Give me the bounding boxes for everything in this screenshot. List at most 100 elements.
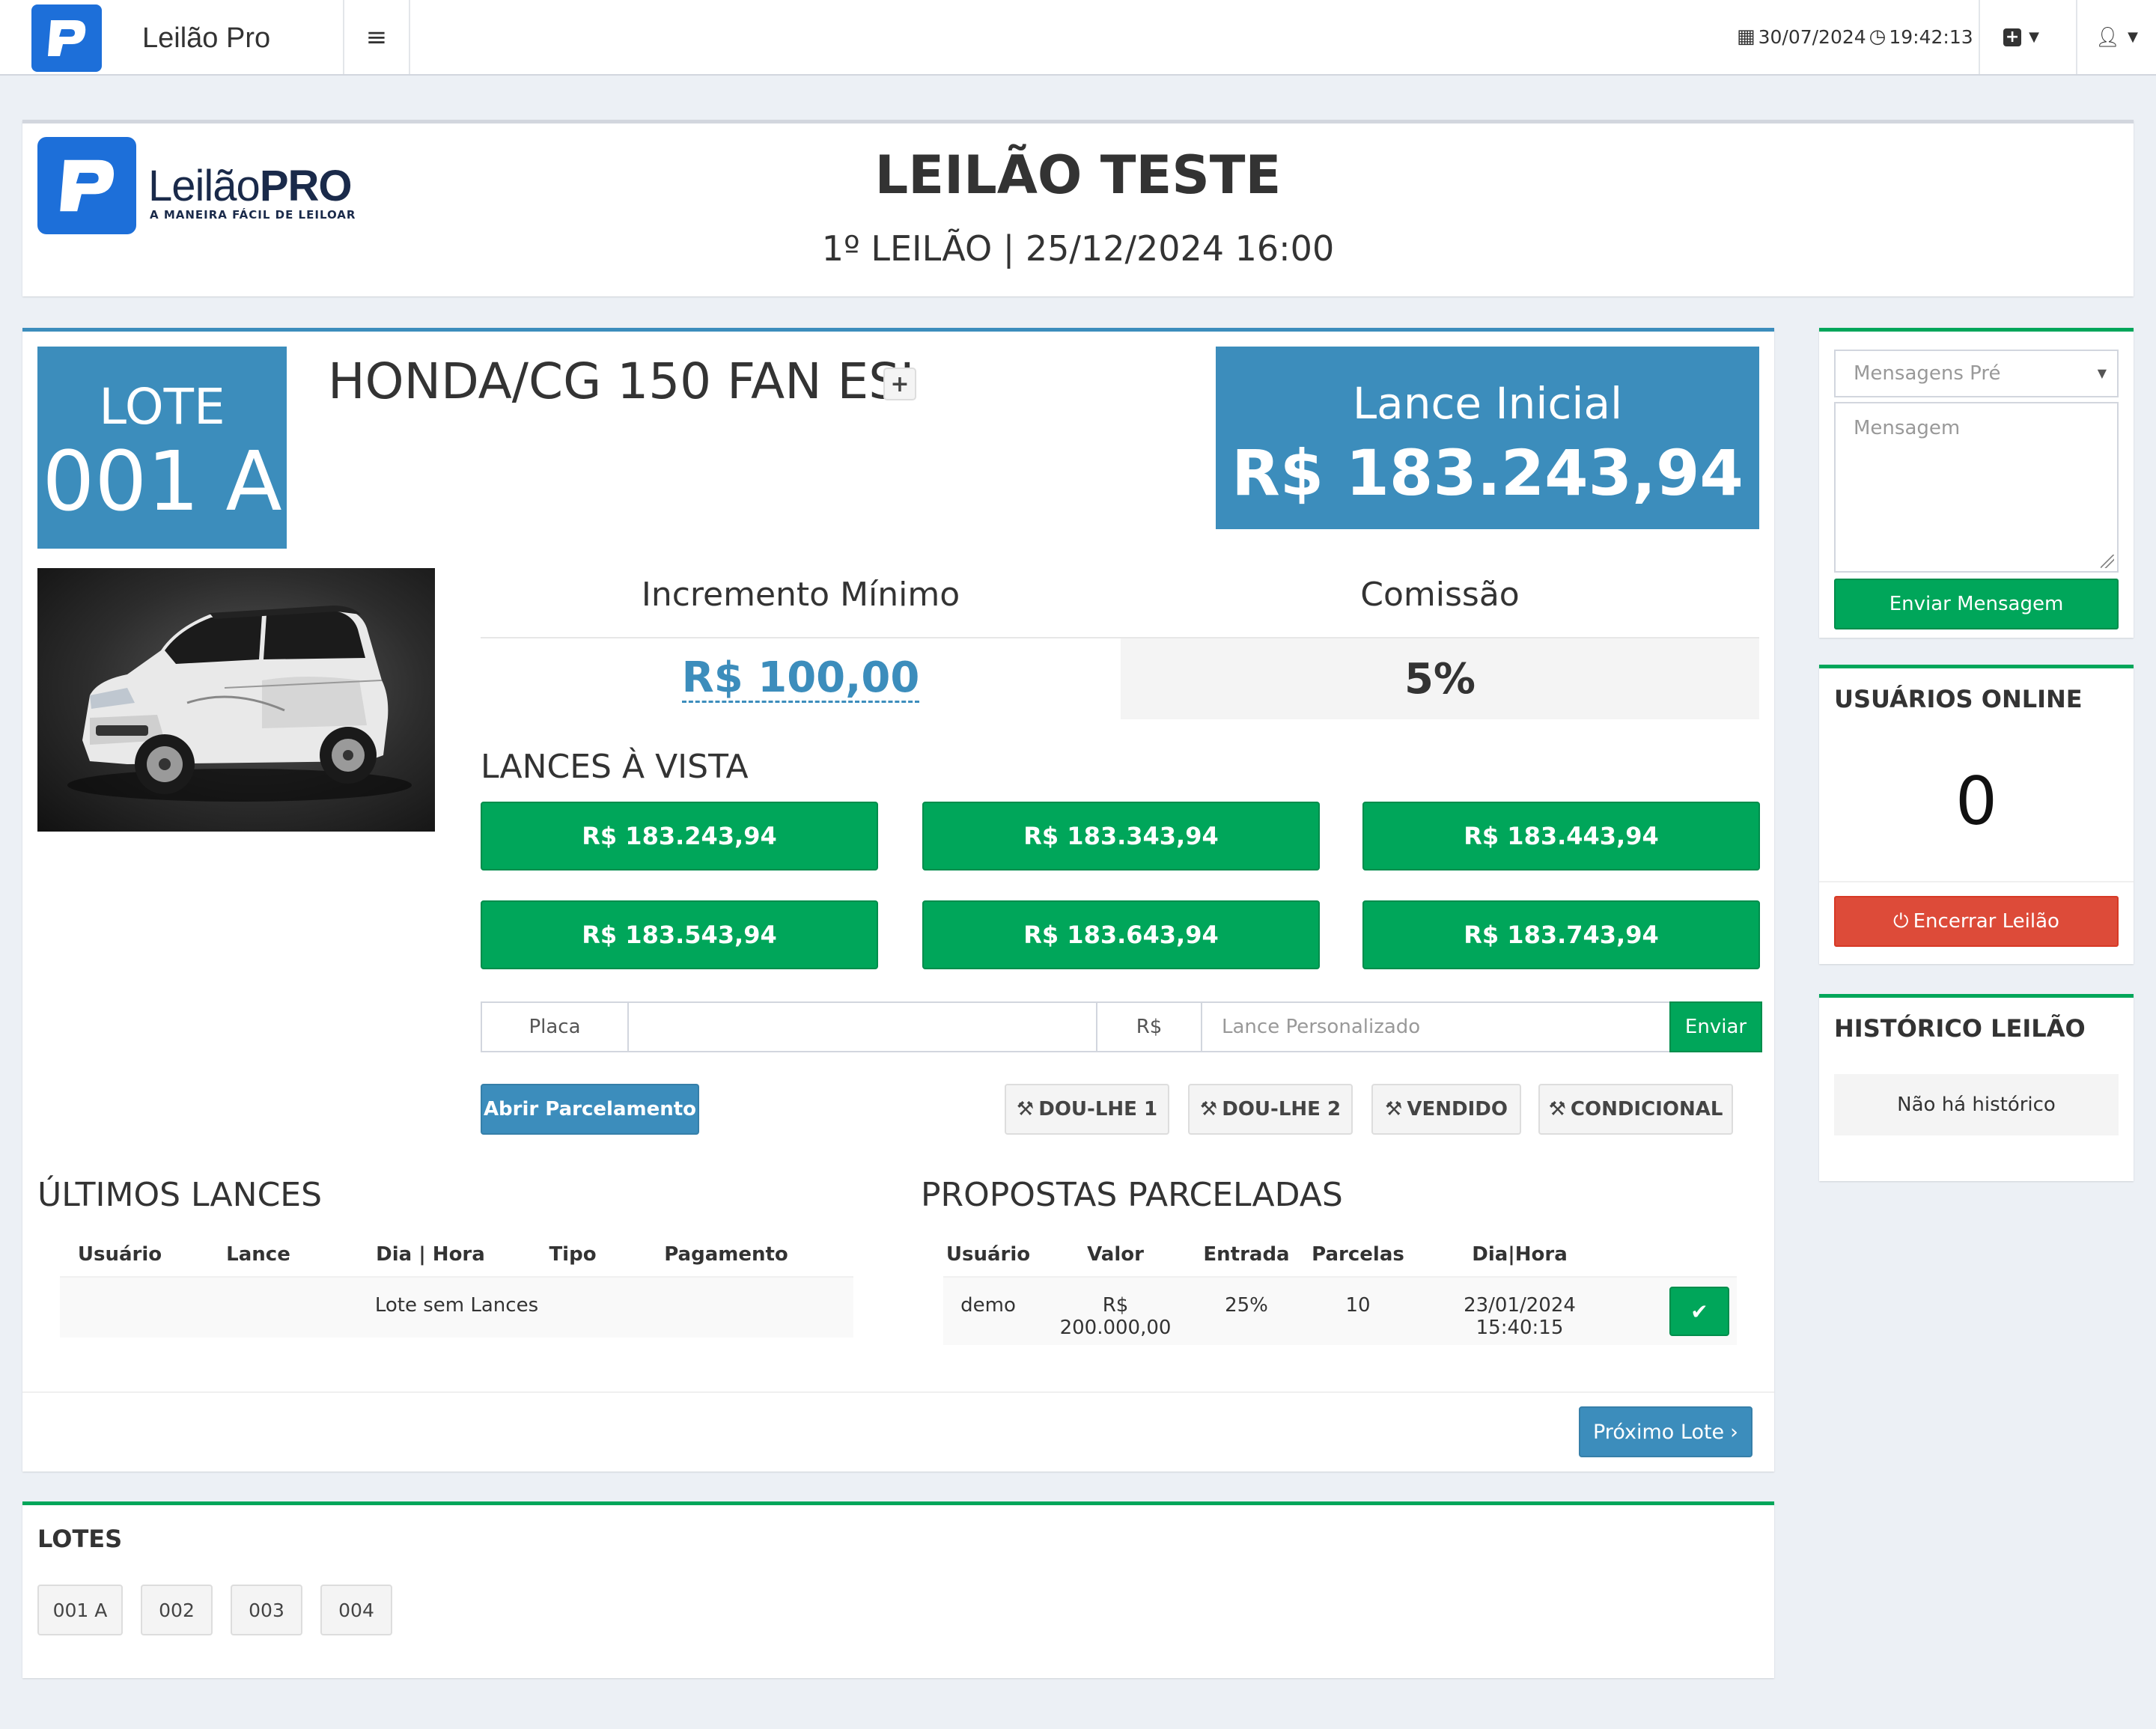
initial-bid-value: R$ 183.243,94	[1231, 436, 1744, 510]
dou-lhe-1-label: DOU-LHE 1	[1038, 1098, 1158, 1120]
col-header: Dia | Hora	[376, 1243, 485, 1266]
dou-lhe-1-button[interactable]: ⚒ DOU-LHE 1	[1005, 1084, 1169, 1135]
lot-badge-label: LOTE	[99, 378, 225, 436]
sold-label: VENDIDO	[1407, 1098, 1508, 1120]
lot-chip[interactable]: 002	[141, 1585, 213, 1635]
divider	[1819, 881, 2134, 882]
online-users-count: 0	[1955, 763, 1997, 840]
dou-lhe-2-button[interactable]: ⚒ DOU-LHE 2	[1188, 1084, 1353, 1135]
message-textarea[interactable]: Mensagem	[1834, 402, 2119, 573]
top-navbar: Leilão Pro ≡ ▦ 30/07/2024 ◷ 19:42:13 + ▼…	[0, 0, 2156, 76]
add-menu-button[interactable]: + ▼	[1980, 0, 2062, 74]
proposal-down-payment: 25%	[1225, 1294, 1268, 1317]
col-header: Pagamento	[664, 1243, 788, 1266]
preset-messages-placeholder: Mensagens Pré	[1854, 362, 2001, 385]
user-menu-button[interactable]: 👤︎ ▼	[2077, 0, 2156, 74]
history-title: HISTÓRICO LEILÃO	[1834, 1014, 2086, 1043]
lot-photo[interactable]	[37, 568, 435, 832]
auction-title: LEILÃO TESTE	[874, 144, 1282, 206]
lot-panel: LOTE 001 A HONDA/CG 150 FAN ESI + Lance …	[22, 328, 1774, 1472]
currency-addon: R$	[1097, 1003, 1202, 1051]
check-icon: ✔	[1690, 1299, 1708, 1324]
logo-tagline: A MANEIRA FÁCIL DE LEILOAR	[150, 208, 356, 222]
lot-chip[interactable]: 001 A	[37, 1585, 123, 1635]
next-lot-label: Próximo Lote	[1593, 1420, 1725, 1444]
cash-bid-button-2[interactable]: R$ 183.343,94	[922, 802, 1320, 870]
plate-label: Placa	[482, 1003, 629, 1051]
col-header: Valor	[1087, 1243, 1144, 1266]
app-brand[interactable]: Leilão Pro	[142, 22, 270, 55]
clock-icon: ◷	[1869, 25, 1886, 48]
caret-down-icon: ▼	[2128, 29, 2138, 45]
cash-bid-button-1[interactable]: R$ 183.243,94	[481, 802, 878, 870]
last-bids-title: ÚLTIMOS LANCES	[37, 1176, 323, 1214]
messages-panel: Mensagens Pré ▼ Mensagem Enviar Mensagem	[1819, 328, 2134, 638]
proposal-user: demo	[960, 1294, 1016, 1317]
cash-bid-button-3[interactable]: R$ 183.443,94	[1362, 802, 1760, 870]
user-icon: 👤︎	[2095, 25, 2121, 49]
online-users-panel: USUÁRIOS ONLINE 0 ⏻ Encerrar Leilão	[1819, 665, 2134, 964]
cash-bid-button-6[interactable]: R$ 183.743,94	[1362, 900, 1760, 969]
proposal-datetime: 23/01/2024 15:40:15	[1464, 1294, 1576, 1339]
initial-bid-label: Lance Inicial	[1352, 378, 1623, 429]
next-lot-button[interactable]: Próximo Lote ›	[1579, 1406, 1752, 1457]
chevron-right-icon: ›	[1730, 1420, 1738, 1444]
plus-square-icon: +	[2003, 28, 2022, 46]
accept-proposal-button[interactable]: ✔	[1669, 1287, 1729, 1336]
lots-title: LOTES	[37, 1525, 123, 1553]
col-header: Lance	[226, 1243, 290, 1266]
custom-bid-input[interactable]: Lance Personalizado	[1202, 1003, 1669, 1051]
commission-label: Comissão	[1360, 576, 1520, 614]
menu-toggle-button[interactable]: ≡	[344, 0, 409, 74]
preset-messages-select[interactable]: Mensagens Pré ▼	[1834, 350, 2119, 397]
lots-panel: LOTES 001 A 002 003 004	[22, 1501, 1774, 1678]
dou-lhe-2-label: DOU-LHE 2	[1222, 1098, 1342, 1120]
message-placeholder: Mensagem	[1854, 417, 1961, 439]
history-empty-message: Não há histórico	[1834, 1074, 2119, 1135]
conditional-label: CONDICIONAL	[1570, 1098, 1723, 1120]
gavel-icon: ⚒	[1199, 1098, 1218, 1120]
send-bid-button[interactable]: Enviar	[1669, 1001, 1762, 1052]
current-time: 19:42:13	[1889, 25, 1973, 48]
lot-badge: LOTE 001 A	[37, 347, 287, 549]
power-icon: ⏻	[1893, 909, 1909, 933]
lot-chip[interactable]: 003	[231, 1585, 302, 1635]
cash-bid-button-5[interactable]: R$ 183.643,94	[922, 900, 1320, 969]
resize-handle-icon[interactable]	[2101, 555, 2114, 568]
calendar-icon: ▦	[1737, 25, 1755, 48]
caret-down-icon: ▼	[2097, 366, 2107, 380]
initial-bid-box: Lance Inicial R$ 183.243,94	[1216, 347, 1759, 529]
min-increment-editable[interactable]: R$ 100,00	[681, 655, 920, 704]
cash-bids-label: LANCES À VISTA	[481, 748, 749, 786]
plate-input[interactable]	[629, 1003, 1097, 1051]
app-logo[interactable]	[31, 4, 102, 72]
proposal-value: R$ 200.000,00	[1059, 1294, 1172, 1339]
custom-bid-form: Placa R$ Lance Personalizado Enviar	[481, 1001, 1762, 1052]
end-auction-button[interactable]: ⏻ Encerrar Leilão	[1834, 896, 2119, 947]
conditional-button[interactable]: ⚒ CONDICIONAL	[1538, 1084, 1733, 1135]
car-image	[67, 606, 412, 802]
auction-header: LeilãoPRO A MANEIRA FÁCIL DE LEILOAR LEI…	[22, 120, 2134, 296]
col-header: Entrada	[1203, 1243, 1290, 1266]
lot-details-button[interactable]: +	[883, 368, 916, 400]
min-increment-value-cell: R$ 100,00	[481, 638, 1121, 719]
proposals-title: PROPOSTAS PARCELADAS	[921, 1176, 1343, 1214]
lot-badge-number: 001 A	[42, 433, 282, 529]
open-installments-button[interactable]: Abrir Parcelamento	[481, 1084, 699, 1135]
proposal-installments: 10	[1345, 1294, 1371, 1317]
caret-down-icon: ▼	[2029, 29, 2039, 45]
send-message-button[interactable]: Enviar Mensagem	[1834, 579, 2119, 629]
empty-bids-message: Lote sem Lances	[374, 1294, 539, 1317]
logo-p-icon	[48, 20, 86, 56]
gavel-icon: ⚒	[1548, 1098, 1566, 1120]
sold-button[interactable]: ⚒ VENDIDO	[1371, 1084, 1521, 1135]
current-date: 30/07/2024	[1758, 25, 1866, 48]
end-auction-label: Encerrar Leilão	[1913, 910, 2059, 933]
gavel-icon: ⚒	[1385, 1098, 1403, 1120]
cash-bid-button-4[interactable]: R$ 183.543,94	[481, 900, 878, 969]
col-header: Tipo	[549, 1243, 597, 1266]
datetime-display: ▦ 30/07/2024 ◷ 19:42:13	[1737, 25, 1973, 48]
col-header: Dia|Hora	[1472, 1243, 1568, 1266]
lot-chip[interactable]: 004	[320, 1585, 392, 1635]
commission-value: 5%	[1121, 638, 1759, 719]
